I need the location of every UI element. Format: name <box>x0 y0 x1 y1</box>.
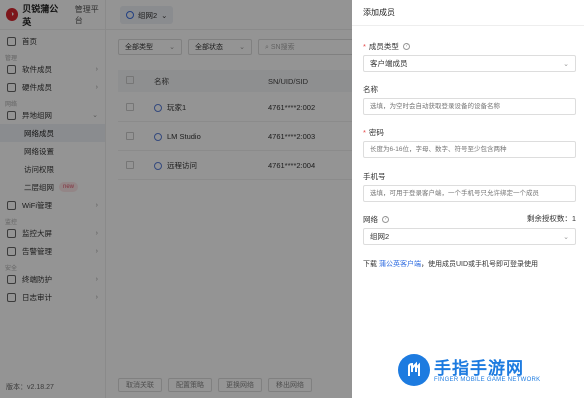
password-field: * 密码 <box>363 126 576 158</box>
chevron-down-icon: ⌄ <box>563 60 569 68</box>
network-field: 网络? 剩余授权数：1 组网2 ⌄ <box>363 213 576 245</box>
required-mark: * <box>363 127 366 137</box>
name-field: 名称 <box>363 83 576 115</box>
remaining-licenses: 剩余授权数：1 <box>526 214 576 223</box>
phone-field: 手机号 <box>363 170 576 202</box>
download-note: 下载 蒲公英客户端，使用成员UID或手机号即可登录使用 <box>363 261 539 268</box>
watermark-logo-icon <box>398 354 430 386</box>
name-input[interactable] <box>363 98 576 115</box>
required-mark: * <box>363 41 366 51</box>
network-select[interactable]: 组网2 ⌄ <box>363 228 576 245</box>
member-type-field: * 成员类型? 客户端成员 ⌄ <box>363 40 576 72</box>
client-download-link[interactable]: 蒲公英客户端 <box>379 261 421 268</box>
watermark-title: 手指手游网 <box>434 359 524 378</box>
help-icon[interactable]: ? <box>382 215 389 223</box>
add-member-drawer: 添加成员 *成员类型? 客户端成员⌄ 名称 *密码 手机号 网络? 剩余授权数：… <box>352 0 584 398</box>
chevron-down-icon: ⌄ <box>563 233 569 241</box>
phone-input[interactable] <box>363 185 576 202</box>
watermark: 手指手游网 FINGER MOBILE GAME NETWORK <box>392 344 584 398</box>
modal-overlay[interactable] <box>0 0 352 398</box>
password-input[interactable] <box>363 141 576 158</box>
help-icon[interactable]: ? <box>402 42 410 50</box>
member-type-select[interactable]: 客户端成员 ⌄ <box>363 55 576 72</box>
watermark-subtitle: FINGER MOBILE GAME NETWORK <box>434 377 541 383</box>
drawer-title: 添加成员 <box>352 0 584 26</box>
